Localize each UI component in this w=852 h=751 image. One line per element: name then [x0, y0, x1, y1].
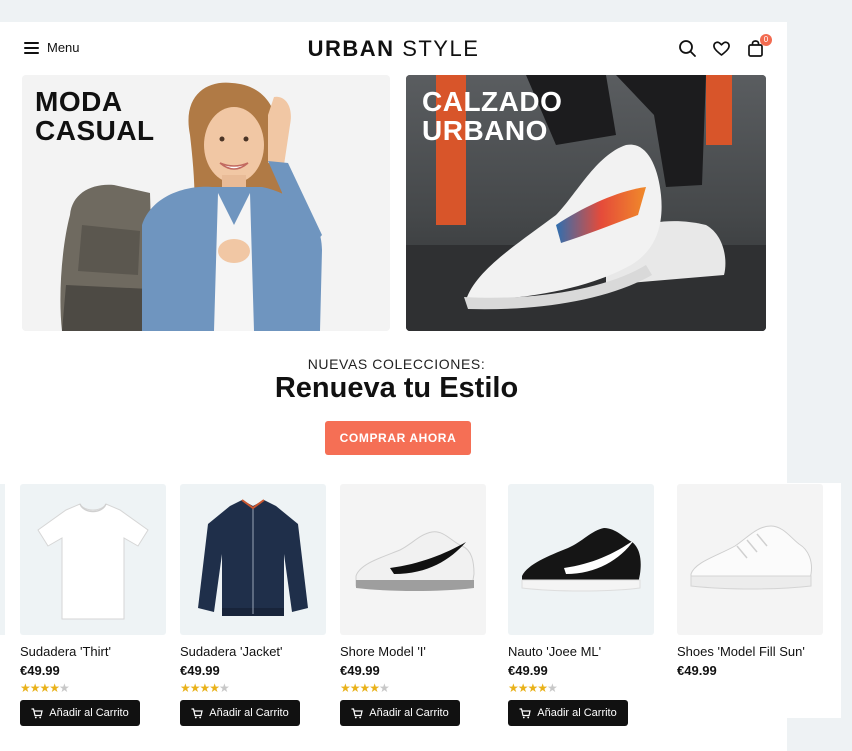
add-to-cart-label: Añadir al Carrito — [369, 707, 449, 719]
add-to-cart-label: Añadir al Carrito — [537, 707, 617, 719]
product-name[interactable]: Sudadera 'Thirt' — [20, 644, 111, 659]
sneaker-black-icon[interactable] — [508, 484, 654, 635]
cart-icon — [519, 707, 531, 718]
add-to-cart-button[interactable]: Añadir al Carrito — [508, 700, 628, 726]
heart-icon[interactable] — [712, 39, 731, 58]
product-card[interactable]: Shore Model 'I' €49.99 ★★★★★ Añadir al C… — [340, 484, 486, 726]
banner-casual[interactable]: MODA CASUAL — [22, 75, 390, 331]
add-to-cart-label: Añadir al Carrito — [209, 707, 289, 719]
previous-product-peek — [0, 484, 5, 635]
logo-bold: URBAN — [307, 36, 395, 61]
product-price: €49.99 — [20, 663, 60, 678]
star-rating-icon: ★★★★★ — [180, 681, 230, 695]
cart-icon[interactable]: 0 — [746, 34, 772, 58]
sneaker-white-icon[interactable] — [677, 484, 823, 635]
product-name[interactable]: Shore Model 'I' — [340, 644, 426, 659]
hero-headline: Renueva tu Estilo — [274, 372, 519, 404]
product-price: €49.99 — [508, 663, 548, 678]
collections-kicker: NUEVAS COLECCIONES: — [307, 356, 486, 372]
product-card[interactable]: Sudadera 'Thirt' €49.99 ★★★★★ Añadir al … — [20, 484, 166, 726]
header-icons: 0 — [678, 34, 772, 58]
cart-icon — [31, 707, 43, 718]
shop-now-button[interactable]: COMPRAR AHORA — [325, 421, 471, 455]
site-logo[interactable]: URBAN STYLE — [0, 36, 787, 62]
search-icon[interactable] — [678, 39, 697, 58]
product-price: €49.99 — [677, 663, 717, 678]
product-card[interactable]: Shoes 'Model Fill Sun' €49.99 — [677, 484, 823, 678]
product-price: €49.99 — [180, 663, 220, 678]
banner-casual-title: MODA CASUAL — [35, 86, 155, 146]
add-to-cart-button[interactable]: Añadir al Carrito — [180, 700, 300, 726]
sneaker-grey-icon[interactable] — [340, 484, 486, 635]
product-name[interactable]: Sudadera 'Jacket' — [180, 644, 283, 659]
product-name[interactable]: Nauto 'Joee ML' — [508, 644, 601, 659]
tshirt-icon[interactable] — [20, 484, 166, 635]
product-price: €49.99 — [340, 663, 380, 678]
banner-urban-title: CALZADO URBANO — [422, 86, 563, 146]
star-rating-icon: ★★★★★ — [20, 681, 70, 695]
banner-urban-footwear[interactable]: CALZADO URBANO — [406, 75, 766, 331]
star-rating-icon: ★★★★★ — [340, 681, 390, 695]
logo-light: STYLE — [402, 36, 480, 61]
cart-icon — [351, 707, 363, 718]
add-to-cart-label: Añadir al Carrito — [49, 707, 129, 719]
add-to-cart-button[interactable]: Añadir al Carrito — [340, 700, 460, 726]
cart-count-badge: 0 — [760, 34, 772, 46]
product-name[interactable]: Shoes 'Model Fill Sun' — [677, 644, 805, 659]
add-to-cart-button[interactable]: Añadir al Carrito — [20, 700, 140, 726]
product-card[interactable]: Nauto 'Joee ML' €49.99 ★★★★★ Añadir al C… — [508, 484, 654, 726]
product-card[interactable]: Sudadera 'Jacket' €49.99 ★★★★★ Añadir al… — [180, 484, 326, 726]
jacket-icon[interactable] — [180, 484, 326, 635]
star-rating-icon: ★★★★★ — [508, 681, 558, 695]
cart-icon — [191, 707, 203, 718]
